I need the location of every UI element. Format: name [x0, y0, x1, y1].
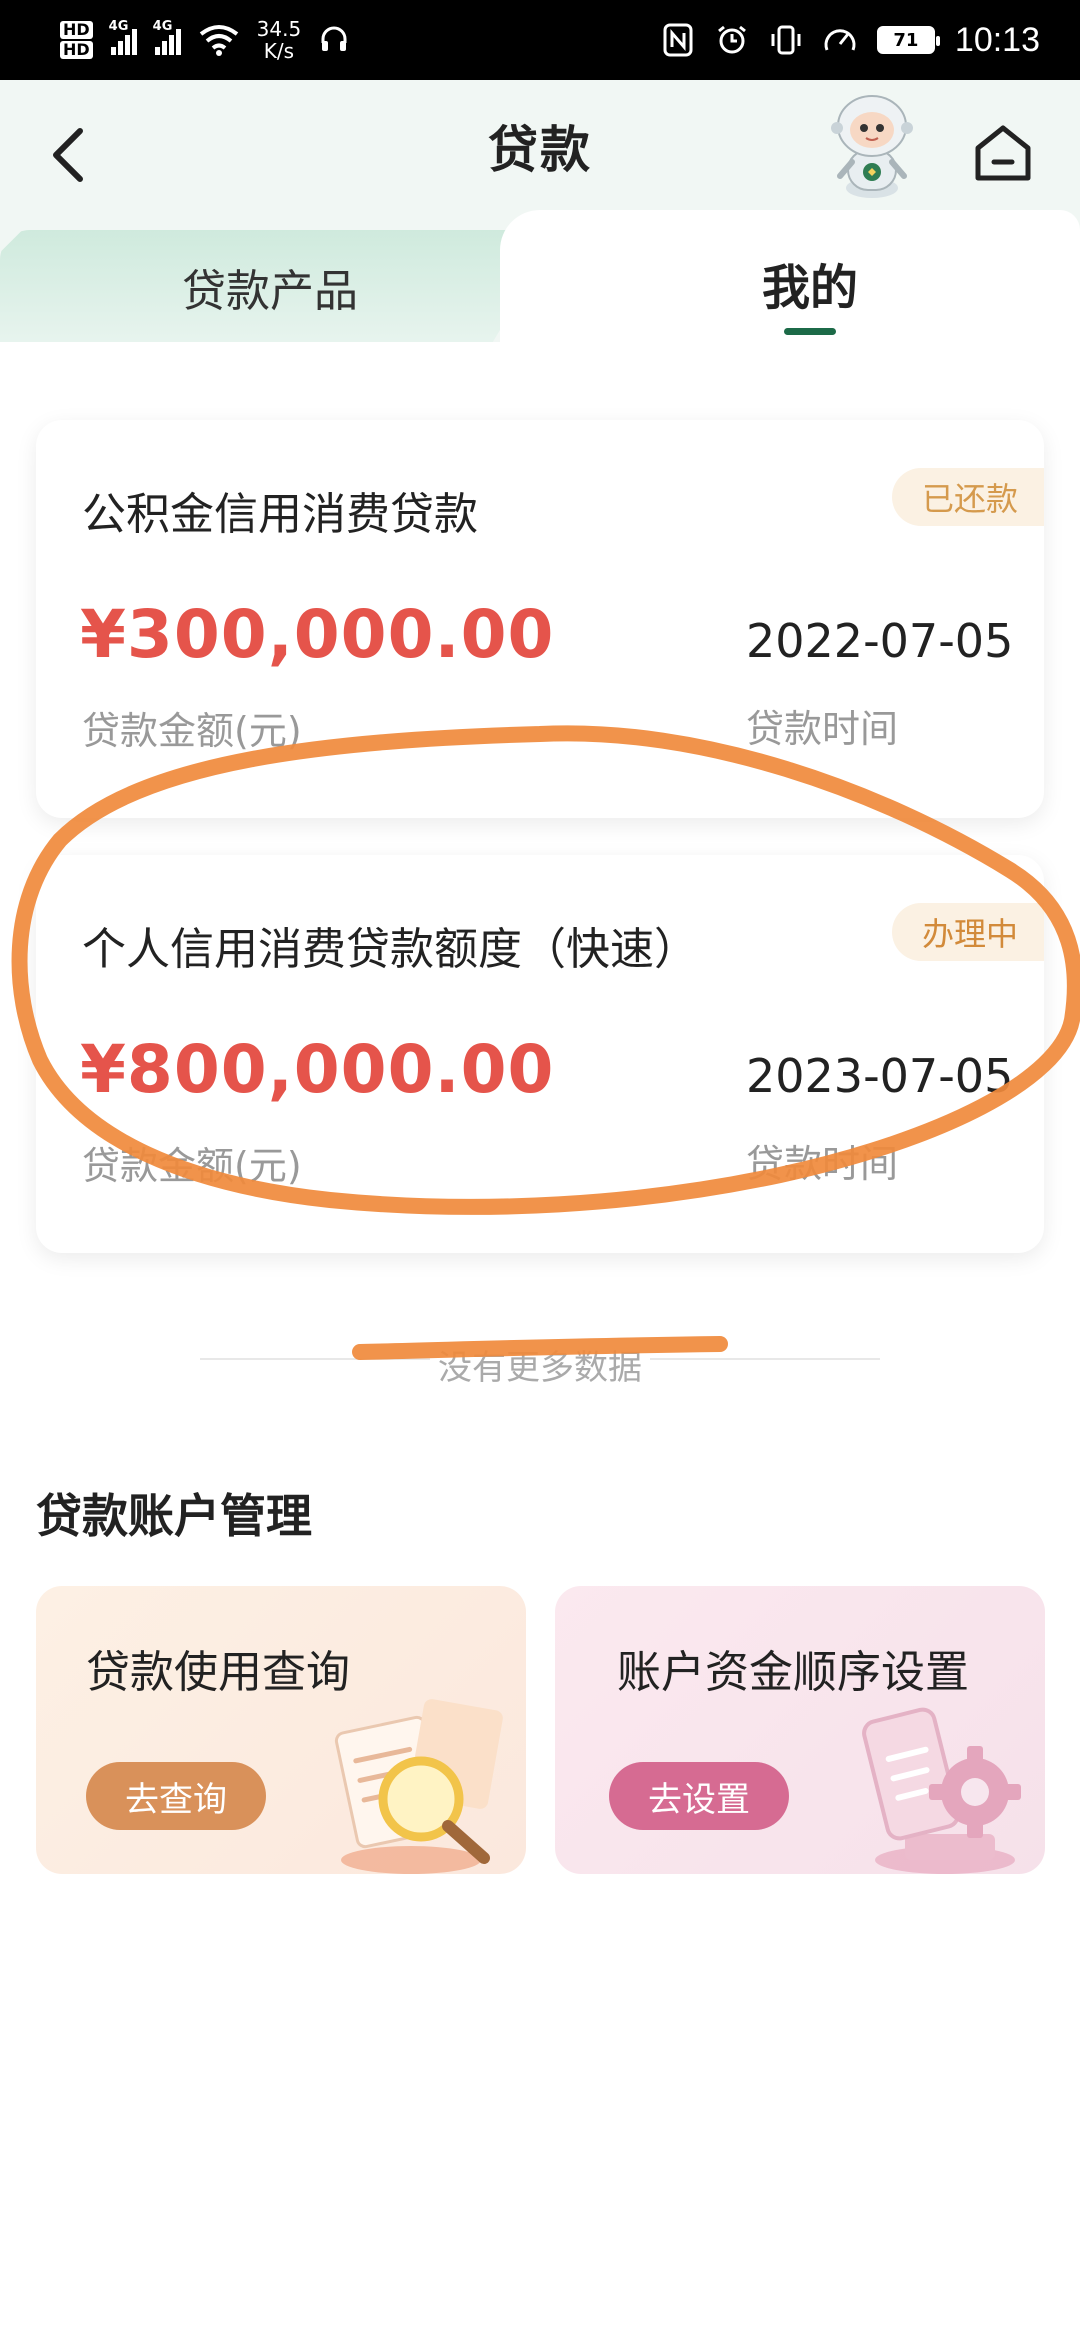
robot-assistant-icon[interactable]: [822, 88, 922, 200]
loan-date-label: 贷款时间: [746, 707, 899, 751]
battery-level: 71: [893, 29, 919, 51]
loan-date: 2022-07-05: [746, 614, 1014, 668]
active-tab-indicator: [784, 328, 836, 335]
hd-badge-2: HD: [60, 41, 93, 59]
fund-order-settings-card[interactable]: 账户资金顺序设置 去设置: [555, 1586, 1045, 1874]
hd-indicator: HD HD: [60, 20, 93, 60]
loan-amount: ¥300,000.00: [80, 596, 555, 673]
network-type-1: 4G: [108, 19, 129, 34]
tab-loan-products-label[interactable]: 贷款产品: [0, 255, 540, 319]
network-speed: 34.5 K/s: [257, 18, 302, 62]
home-icon[interactable]: [970, 120, 1036, 186]
loan-card[interactable]: 个人信用消费贷款额度（快速） 办理中 ¥800,000.00 贷款金额(元) 2…: [36, 855, 1044, 1253]
loan-date: 2023-07-05: [746, 1049, 1014, 1103]
tab-bar: 贷款产品 我的: [0, 200, 1080, 342]
status-badge: 办理中: [891, 903, 1044, 961]
loan-usage-query-card[interactable]: 贷款使用查询 去查询: [36, 1586, 526, 1874]
document-search-illustration: [334, 1699, 503, 1874]
section-title: 贷款账户管理: [36, 1489, 312, 1543]
speedometer-icon: [823, 23, 857, 57]
loan-amount-label: 贷款金额(元): [82, 709, 302, 753]
speed-unit: K/s: [263, 39, 295, 63]
clock: 10:13: [954, 20, 1040, 59]
card-title: 贷款使用查询: [86, 1647, 350, 1698]
speed-value: 34.5: [256, 17, 302, 41]
signal-icon-2: 4G: [153, 19, 181, 55]
status-badge: 已还款: [891, 468, 1044, 526]
loan-name: 个人信用消费贷款额度（快速）: [82, 924, 698, 975]
status-right: 71 10:13: [661, 12, 1040, 68]
loan-amount: ¥800,000.00: [80, 1031, 555, 1108]
loan-amount-label: 贷款金额(元): [82, 1144, 302, 1188]
tab-mine-label[interactable]: 我的: [700, 248, 920, 318]
hd-badge-1: HD: [60, 21, 93, 39]
wifi-icon: [199, 25, 238, 56]
signal-icon: 4G: [109, 19, 137, 55]
settings-button[interactable]: 去设置: [609, 1762, 789, 1830]
phone-gear-illustration: [862, 1707, 1021, 1874]
loan-name: 公积金信用消费贷款: [82, 489, 478, 540]
nfc-icon: [661, 23, 695, 57]
network-type-2: 4G: [152, 19, 173, 34]
status-bar: HD HD 4G 4G 34.5 K/s 71 10:13: [0, 0, 1080, 80]
no-more-data: 没有更多数据: [200, 1338, 880, 1388]
alarm-icon: [715, 23, 749, 57]
divider: [650, 1358, 880, 1360]
query-button[interactable]: 去查询: [86, 1762, 266, 1830]
status-left: HD HD 4G 4G 34.5 K/s: [60, 12, 349, 68]
vibrate-icon: [769, 23, 803, 57]
headset-icon: [321, 26, 347, 51]
battery-icon: 71: [876, 26, 940, 54]
no-more-data-text: 没有更多数据: [438, 1348, 642, 1388]
loan-card[interactable]: 公积金信用消费贷款 已还款 ¥300,000.00 贷款金额(元) 2022-0…: [36, 420, 1044, 818]
loan-date-label: 贷款时间: [746, 1142, 899, 1186]
